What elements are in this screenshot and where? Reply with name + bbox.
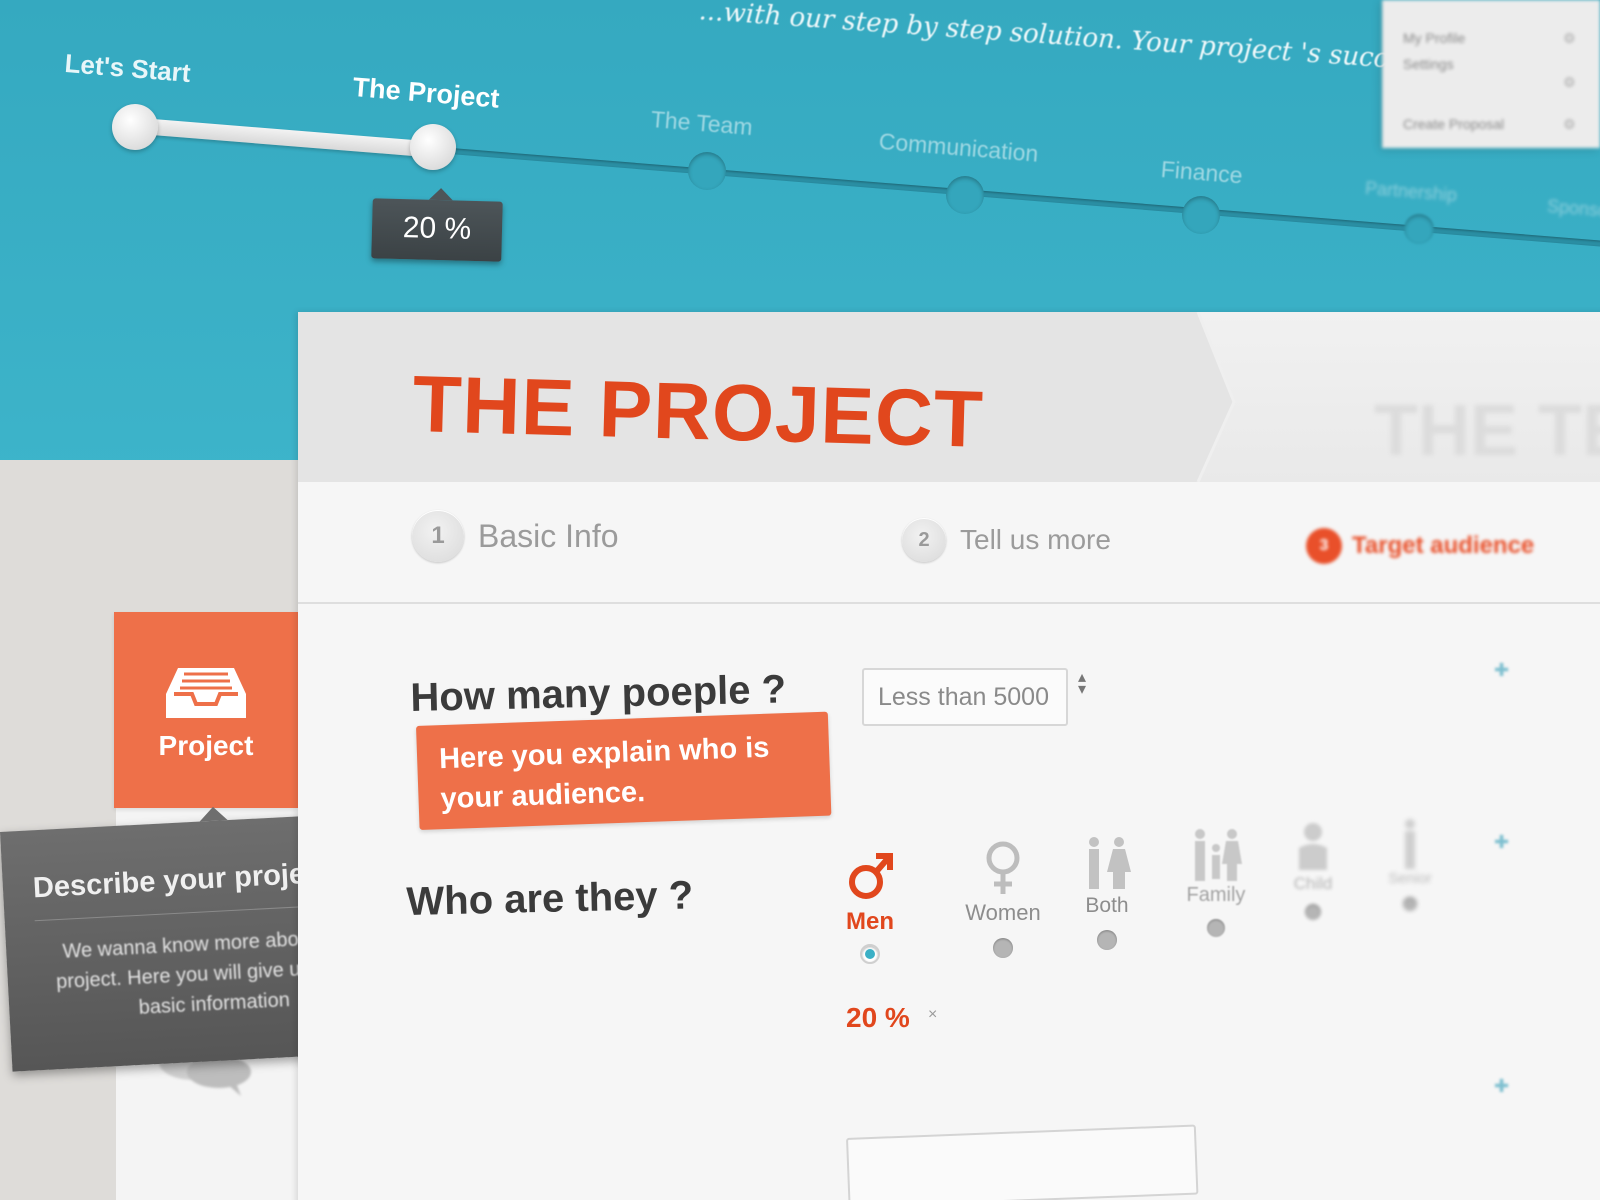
inbox-icon: [164, 664, 248, 727]
senior-icon: [1405, 819, 1415, 869]
substep-tabs: 1 Basic Info 2 Tell us more 3 Target aud…: [298, 482, 1600, 604]
people-count-select-value: Less than 5000: [878, 683, 1049, 711]
audience-option-senior[interactable]: Senior: [1384, 818, 1436, 911]
nav-tab-project-label: Project: [158, 730, 254, 761]
substep-label: Target audience: [1352, 532, 1535, 559]
audience-radio[interactable]: [860, 944, 880, 964]
audience-option-label: Senior: [1388, 870, 1432, 887]
tagline: ...with our step by step solution. Your …: [697, 0, 1461, 80]
substep-number: 2: [902, 518, 946, 562]
substep-basic-info[interactable]: 1 Basic Info: [412, 510, 619, 562]
audience-option-men[interactable]: Men: [838, 848, 902, 964]
gear-icon: ⚙: [1563, 74, 1576, 90]
substep-label: Tell us more: [960, 524, 1111, 555]
substep-tell-us-more[interactable]: 2 Tell us more: [902, 518, 1111, 562]
step-label-finance[interactable]: Finance: [1160, 156, 1244, 189]
substep-number: 3: [1306, 528, 1342, 564]
gear-icon: ⚙: [1563, 30, 1576, 46]
substep-number: 1: [412, 510, 464, 562]
male-symbol-icon: [849, 853, 893, 899]
child-icon: [1299, 823, 1327, 870]
substep-target-audience[interactable]: 3 Target audience: [1306, 528, 1534, 564]
info-pin-icon[interactable]: ✚: [1494, 832, 1509, 853]
info-pin-icon[interactable]: ✚: [1494, 1076, 1509, 1097]
audience-radio[interactable]: [1305, 904, 1321, 920]
progress-start-knob: [112, 104, 158, 150]
audience-option-label: Men: [846, 908, 894, 935]
couple-icon: [1089, 837, 1131, 889]
gear-icon: ⚙: [1563, 116, 1576, 132]
progress-percent-bubble: 20 %: [371, 198, 503, 262]
audience-option-label: Family: [1186, 884, 1246, 906]
menu-item-label: My Profile: [1403, 30, 1466, 46]
menu-item-label: Settings: [1403, 56, 1454, 72]
step-dot-partnership[interactable]: [1404, 214, 1434, 244]
audience-description-input[interactable]: [846, 1124, 1199, 1200]
menu-item-create-proposal[interactable]: Create Proposal ⚙: [1403, 116, 1576, 132]
female-symbol-icon: [986, 841, 1020, 894]
question-how-many-people: How many poeple ?: [410, 667, 787, 720]
step-dot-communication[interactable]: [946, 176, 984, 214]
info-pin-icon[interactable]: ✚: [1494, 660, 1509, 681]
men-percent-value: 20 %: [846, 1002, 910, 1033]
audience-option-family[interactable]: Family: [1184, 828, 1248, 937]
substep-label: Basic Info: [478, 517, 619, 554]
audience-radio[interactable]: [1403, 897, 1417, 911]
step-dot-finance[interactable]: [1182, 196, 1220, 234]
audience-radio[interactable]: [1097, 930, 1117, 950]
progress-track-fill: [139, 118, 436, 158]
family-icon: [1195, 829, 1242, 881]
step-label-sponsors[interactable]: Sponsors: [1546, 196, 1600, 223]
step-label-partnership[interactable]: Partnership: [1364, 178, 1457, 206]
step-label-communication[interactable]: Communication: [878, 128, 1039, 168]
audience-option-child[interactable]: Child: [1288, 822, 1338, 920]
progress-slider-knob[interactable]: [410, 124, 456, 170]
question-who-are-they: Who are they ?: [406, 873, 694, 924]
menu-item-label: Create Proposal: [1403, 116, 1505, 132]
select-arrows-icon[interactable]: ▴ ▾: [1078, 670, 1086, 698]
step-label-the-project[interactable]: The Project: [352, 72, 501, 115]
menu-item-settings[interactable]: Settings ⚙: [1403, 56, 1576, 90]
audience-option-label: Women: [965, 900, 1041, 925]
audience-radio[interactable]: [1207, 919, 1225, 937]
account-menu[interactable]: My Profile ⚙ Settings ⚙ Create Proposal …: [1382, 0, 1600, 148]
men-remove-icon[interactable]: ×: [928, 1006, 937, 1024]
nav-tab-project[interactable]: Project: [114, 612, 326, 808]
page: ...with our step by step solution. Your …: [0, 0, 1600, 1200]
page-title: THE PROJECT: [411, 358, 985, 464]
audience-radio[interactable]: [993, 938, 1013, 958]
audience-hint-callout: Here you explain who is your audience.: [416, 711, 832, 830]
tooltip-title: Describe your project: [32, 856, 332, 905]
audience-option-label: Both: [1085, 894, 1129, 917]
people-count-select[interactable]: Less than 5000: [862, 668, 1068, 726]
step-dot-the-team[interactable]: [688, 152, 726, 190]
audience-option-label: Child: [1293, 874, 1333, 893]
audience-option-women[interactable]: Women: [962, 840, 1044, 958]
project-card: THE PROJECT THE TEAM 1 Basic Info 2 Tell…: [298, 312, 1600, 1200]
card-header: THE PROJECT THE TEAM: [298, 312, 1600, 482]
step-label-lets-start[interactable]: Let's Start: [64, 48, 192, 89]
menu-item-my-profile[interactable]: My Profile ⚙: [1403, 30, 1576, 46]
next-section-title[interactable]: THE TEAM: [1374, 390, 1600, 472]
audience-option-both[interactable]: Both: [1076, 836, 1138, 950]
step-label-the-team[interactable]: The Team: [650, 106, 754, 141]
